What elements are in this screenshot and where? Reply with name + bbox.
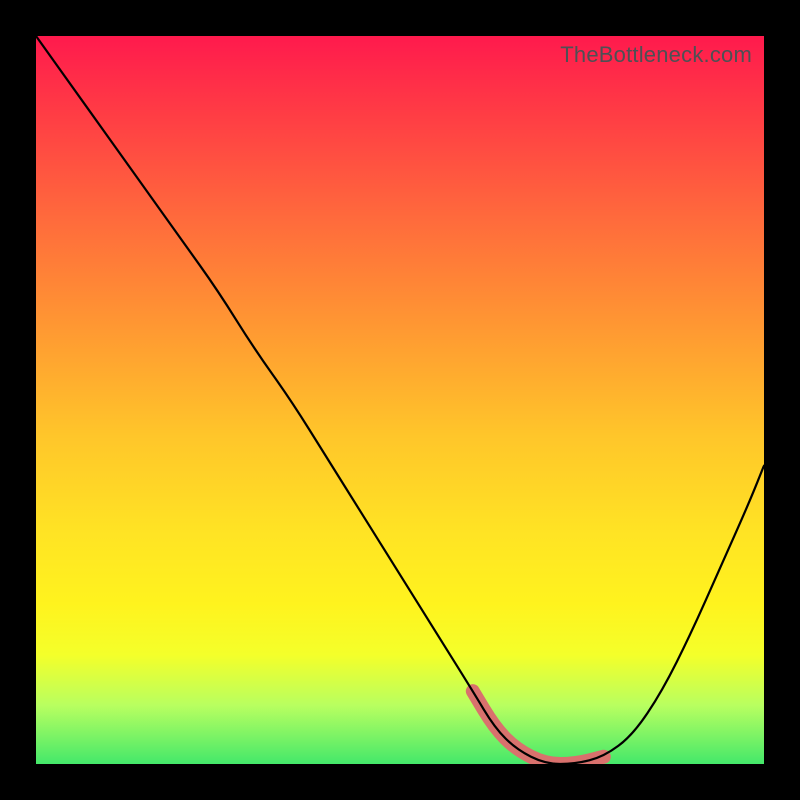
- main-curve: [36, 36, 764, 764]
- accent-segment: [473, 691, 604, 764]
- plot-area: TheBottleneck.com: [36, 36, 764, 764]
- chart-container: TheBottleneck.com: [0, 0, 800, 800]
- chart-svg: [36, 36, 764, 764]
